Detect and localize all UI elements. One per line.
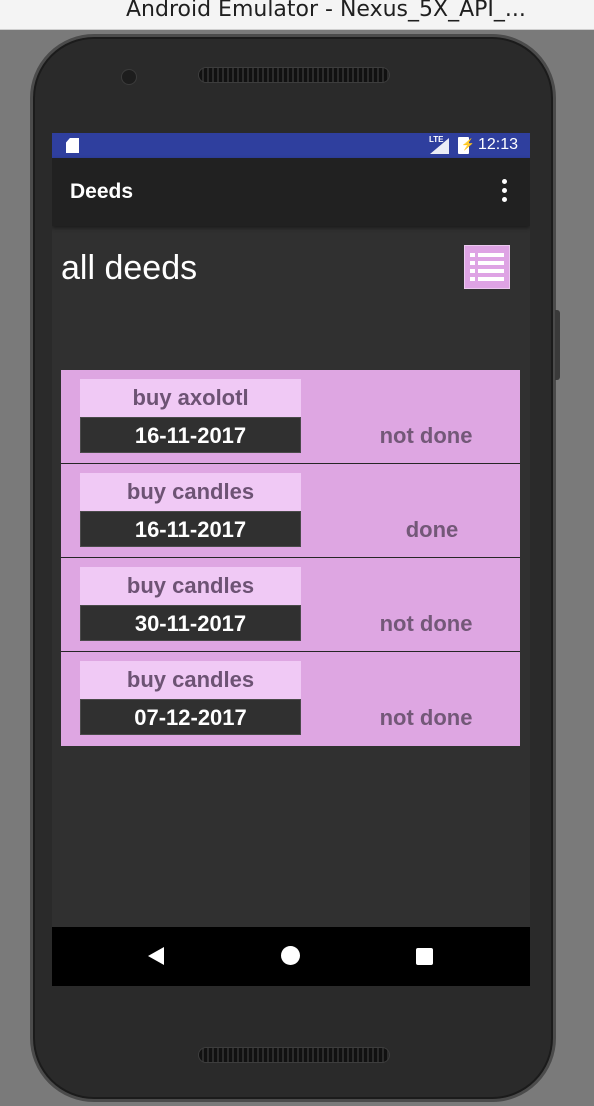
deed-date: 30-11-2017 — [80, 605, 301, 641]
deed-item[interactable]: buy candles 16-11-2017 done — [61, 464, 520, 558]
deed-item[interactable]: buy candles 30-11-2017 not done — [61, 558, 520, 652]
navigation-bar — [52, 927, 530, 986]
network-type-label: LTE — [429, 135, 444, 144]
list-icon — [470, 253, 504, 281]
status-bar: LTE ⚡ 12:13 — [52, 133, 530, 158]
app-title: Deeds — [70, 180, 134, 203]
deed-status: done — [405, 517, 459, 542]
page-title: all deeds — [61, 249, 198, 287]
list-view-button[interactable] — [464, 245, 510, 289]
status-time: 12:13 — [478, 136, 519, 153]
earpiece-speaker — [198, 67, 390, 83]
deed-status: not done — [379, 423, 473, 448]
deed-name: buy candles — [80, 473, 301, 511]
device-screen: LTE ⚡ 12:13 Deeds all deeds buy axolotl … — [52, 133, 530, 986]
deed-date: 16-11-2017 — [80, 417, 301, 453]
sd-card-icon — [66, 138, 79, 153]
front-camera-icon — [121, 69, 137, 85]
deed-item[interactable]: buy axolotl 16-11-2017 not done — [61, 370, 520, 464]
bottom-speaker — [198, 1047, 390, 1063]
power-button[interactable] — [555, 310, 560, 380]
emulator-title-bar: Android Emulator - Nexus_5X_API_... — [0, 0, 594, 30]
more-vert-icon[interactable] — [492, 178, 516, 206]
recents-icon[interactable] — [416, 948, 433, 965]
app-bar: Deeds — [52, 158, 530, 226]
deed-name: buy candles — [80, 567, 301, 605]
deed-date: 16-11-2017 — [80, 511, 301, 547]
deeds-list: buy axolotl 16-11-2017 not done buy cand… — [61, 370, 520, 746]
window-title: Android Emulator - Nexus_5X_API_... — [126, 0, 526, 22]
home-icon[interactable] — [281, 946, 300, 965]
deed-date: 07-12-2017 — [80, 699, 301, 735]
deed-name: buy candles — [80, 661, 301, 699]
deed-status: not done — [379, 705, 473, 730]
deed-status: not done — [379, 611, 473, 636]
charging-bolt-icon: ⚡ — [461, 139, 475, 151]
deed-name: buy axolotl — [80, 379, 301, 417]
back-icon[interactable] — [148, 947, 164, 965]
deed-item[interactable]: buy candles 07-12-2017 not done — [61, 652, 520, 746]
